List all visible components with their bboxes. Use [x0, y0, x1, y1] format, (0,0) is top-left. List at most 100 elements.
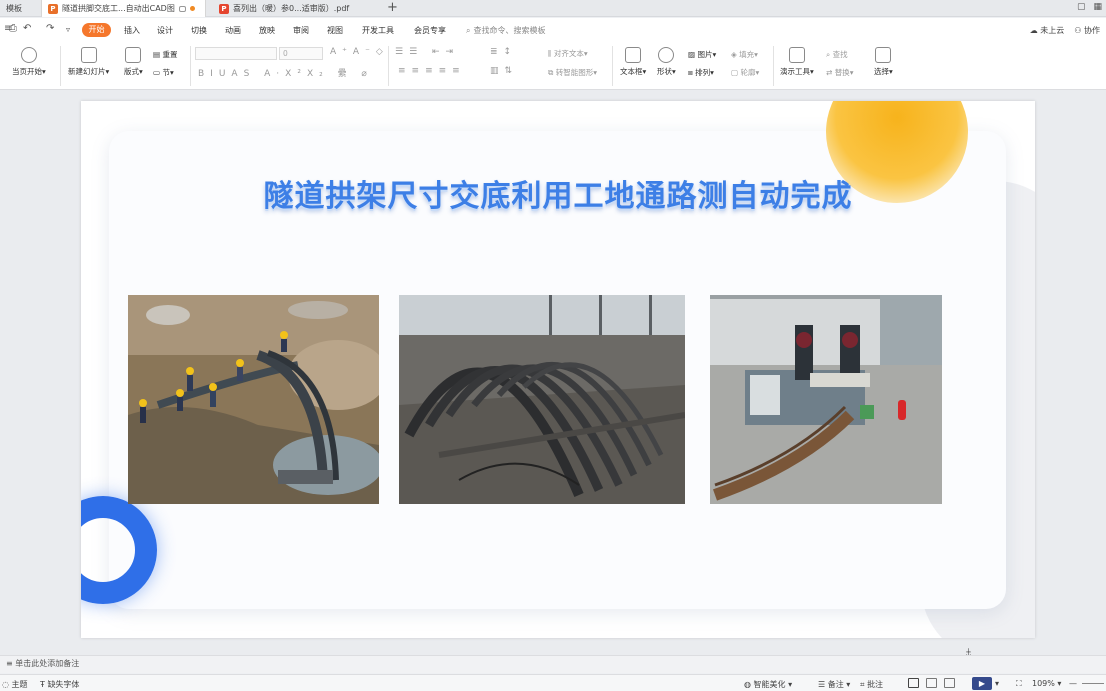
- divider: [190, 46, 191, 86]
- new-tab-plus-icon[interactable]: +: [387, 0, 398, 16]
- fill-icon: ◈: [731, 50, 737, 59]
- textbox-button[interactable]: 文本框▾: [620, 47, 646, 77]
- list-indent-icons[interactable]: ☰☰ ⇤⇥: [395, 47, 459, 57]
- shape-button[interactable]: 形状▾: [657, 47, 676, 77]
- menu-design[interactable]: 设计: [157, 25, 173, 36]
- normal-view-icon[interactable]: [908, 678, 919, 688]
- command-search[interactable]: ⌕ 查找命令、搜索模板: [466, 25, 545, 36]
- divider: [773, 46, 774, 86]
- print-icon[interactable]: ⎙: [9, 23, 17, 34]
- align-text-icon: ⫼: [548, 49, 552, 58]
- find-button[interactable]: ⌕ 查找: [826, 49, 848, 60]
- find-icon: ⌕: [826, 50, 831, 59]
- reading-view-icon[interactable]: [944, 678, 955, 688]
- play-icon: [20, 47, 37, 63]
- tab-current-document[interactable]: P 隧道拱脚交底工...自动出CAD图: [41, 0, 206, 17]
- unsaved-dot-icon: [189, 6, 195, 11]
- layout-button[interactable]: 版式▾: [124, 47, 143, 77]
- fill-button[interactable]: ◈ 填充▾: [731, 49, 758, 60]
- textbox-icon: [625, 47, 642, 63]
- new-slide-icon: [80, 47, 97, 63]
- font-family-select[interactable]: [195, 47, 277, 60]
- menu-review[interactable]: 审阅: [293, 25, 309, 36]
- present-tools-button[interactable]: 演示工具▾: [780, 47, 814, 77]
- tab-label: 隧道拱脚交底工...自动出CAD图: [62, 4, 175, 13]
- status-bar: ◌ 主题 Ŧ 缺失字体 ◍ 智能美化 ▾ ☰ 备注 ▾ ⌗ 批注 ▶ ▾ ⛶ 1…: [0, 674, 1106, 691]
- grid-icon[interactable]: ▦: [1093, 2, 1102, 12]
- notes-placeholder: 单击此处添加备注: [15, 659, 80, 668]
- menu-insert[interactable]: 插入: [124, 25, 140, 36]
- layout-toggle-icon[interactable]: ▢: [1077, 2, 1086, 12]
- section-icon: ▭: [153, 68, 161, 77]
- cloud-icon: ☁: [1029, 26, 1038, 35]
- window-controls: ▢ ▦: [1077, 2, 1102, 12]
- pdf-file-icon: P: [219, 3, 229, 14]
- font-grow-shrink-icons[interactable]: A⁺A⁻◇: [330, 47, 389, 57]
- collaborate-button[interactable]: ⚇ 协作: [1074, 25, 1100, 36]
- select-cursor-icon: [875, 47, 892, 63]
- section-button[interactable]: ▭ 节▾: [153, 67, 174, 78]
- menu-home-tab[interactable]: 开始: [82, 23, 111, 37]
- comment-icon: ⌗: [860, 680, 865, 689]
- tab-pdf-document[interactable]: P 喜列出（暖）参0...适审版）.pdf: [213, 0, 373, 17]
- menu-animation[interactable]: 动画: [225, 25, 241, 36]
- slideshow-play-button[interactable]: ▶: [972, 677, 992, 690]
- slide-canvas[interactable]: 隧道拱架尺寸交底利用工地通路测自动完成: [81, 101, 1035, 638]
- notes-toggle-button[interactable]: ☰ 备注 ▾: [818, 679, 850, 690]
- beautify-icon: ◍: [744, 680, 751, 689]
- photo-tunnel-excavation[interactable]: [128, 295, 379, 504]
- picture-button[interactable]: ▨ 图片▾: [688, 49, 716, 60]
- convert-smartart-button[interactable]: ⧉ 转智能图形▾: [548, 67, 597, 78]
- new-slide-button[interactable]: 新建幻灯片▾: [68, 47, 109, 77]
- replace-button[interactable]: ⇄ 替换▾: [826, 67, 853, 78]
- tab-templates[interactable]: 模板: [0, 0, 40, 17]
- font-size-select[interactable]: 0: [279, 47, 323, 60]
- reset-button[interactable]: ▤ 重置: [153, 49, 177, 60]
- account-area: ☁ 未上云 ⚇ 协作: [1030, 25, 1100, 36]
- spacing-icons[interactable]: ≣↕: [490, 47, 517, 57]
- notes-pane[interactable]: ≡ 单击此处添加备注: [0, 655, 1106, 673]
- missing-font-button[interactable]: Ŧ 缺失字体: [40, 679, 79, 690]
- column-icons[interactable]: ▥⇅: [490, 66, 518, 76]
- theme-icon: ◌: [2, 680, 9, 689]
- zoom-level[interactable]: 109% ▾: [1032, 679, 1061, 688]
- beautify-button[interactable]: ◍ 智能美化 ▾: [744, 679, 792, 690]
- menu-view[interactable]: 视图: [327, 25, 343, 36]
- menu-developer[interactable]: 开发工具: [362, 25, 394, 36]
- slide-sorter-view-icon[interactable]: [926, 678, 937, 688]
- menu-slideshow[interactable]: 放映: [259, 25, 275, 36]
- align-text-button[interactable]: ⫼ 对齐文本▾: [548, 48, 588, 59]
- theme-button[interactable]: ◌ 主题: [2, 679, 28, 690]
- play-dropdown-icon[interactable]: ▾: [995, 679, 999, 688]
- quick-access-dropdown-icon[interactable]: ▿: [66, 25, 70, 34]
- select-button[interactable]: 选择▾: [874, 47, 893, 77]
- divider: [612, 46, 613, 86]
- reset-icon: ▤: [153, 50, 161, 59]
- user-icon: ⚇: [1074, 26, 1082, 35]
- tab-label: 喜列出（暖）参0...适审版）.pdf: [233, 4, 350, 13]
- window-icon[interactable]: [178, 5, 186, 12]
- comment-button[interactable]: ⌗ 批注: [860, 679, 883, 690]
- replace-icon: ⇄: [826, 68, 833, 77]
- slide-title[interactable]: 隧道拱架尺寸交底利用工地通路测自动完成: [81, 171, 1035, 215]
- smartart-icon: ⧉: [548, 68, 554, 77]
- divider: [60, 46, 61, 86]
- paragraph-align-icons[interactable]: ≡≡≡≡≡: [398, 66, 466, 76]
- search-placeholder: 查找命令、搜索模板: [473, 26, 546, 35]
- zoom-out-icon[interactable]: —: [1069, 679, 1077, 688]
- photo-steel-arches[interactable]: [399, 295, 685, 504]
- undo-icon[interactable]: ↶: [23, 23, 31, 34]
- font-style-icons[interactable]: BIUAS A·X²X₂ 纍 ⌀: [198, 66, 373, 79]
- play-from-current-button[interactable]: 当页开始▾: [12, 47, 46, 77]
- menu-transition[interactable]: 切换: [191, 25, 207, 36]
- photo-bending-machine[interactable]: [710, 295, 942, 504]
- arrange-button[interactable]: ⧈ 排列▾: [688, 67, 714, 78]
- zoom-slider[interactable]: [1082, 683, 1104, 684]
- fit-window-icon[interactable]: ⛶: [1016, 679, 1022, 689]
- menu-row: ≡ ⎙ ↶ ↷ ▿ 开始 插入 设计 切换 动画 放映 审阅 视图 开发工具 会…: [0, 18, 1106, 42]
- cloud-status[interactable]: ☁ 未上云: [1030, 25, 1065, 36]
- redo-icon[interactable]: ↷: [46, 23, 54, 34]
- shape-icon: [658, 47, 675, 63]
- outline-button[interactable]: ▢ 轮廓▾: [731, 67, 759, 78]
- menu-member[interactable]: 会员专享: [414, 25, 446, 36]
